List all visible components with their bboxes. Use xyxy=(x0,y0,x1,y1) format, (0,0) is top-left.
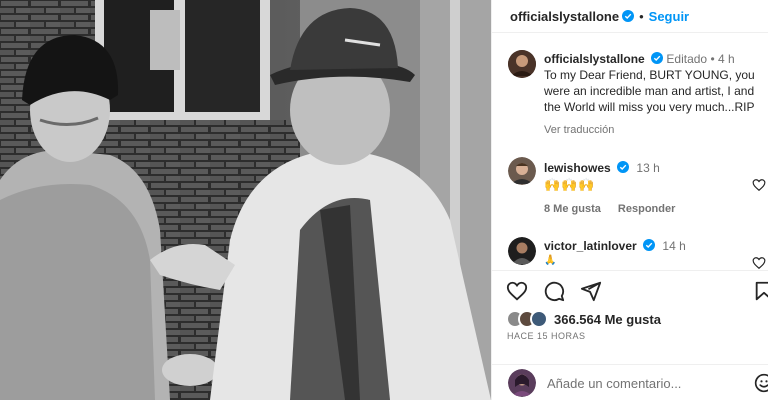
likes-summary[interactable]: 366.564 Me gusta xyxy=(506,308,661,330)
post-action-bar xyxy=(506,280,768,302)
comment-username[interactable]: victor_latinlover xyxy=(544,239,637,253)
section-divider xyxy=(492,270,768,271)
comment-header: lewishowes 13 h xyxy=(544,160,660,176)
post-caption: officialslystallone Editado • 4 h To my … xyxy=(544,51,766,115)
author-avatar[interactable] xyxy=(508,50,536,78)
reply-button[interactable]: Responder xyxy=(618,203,675,215)
comment-actions: 8 Me gusta Responder xyxy=(544,203,689,215)
smiley-icon[interactable] xyxy=(754,373,768,393)
verified-badge-icon xyxy=(643,239,656,251)
like-comment-heart-icon[interactable] xyxy=(752,178,766,192)
add-comment-bar xyxy=(492,364,768,400)
current-user-avatar xyxy=(508,369,536,397)
commenter-avatar[interactable] xyxy=(508,237,536,265)
add-comment-input[interactable] xyxy=(547,374,732,392)
caption-username[interactable]: officialslystallone xyxy=(544,52,645,66)
comment-likes-count[interactable]: 8 Me gusta xyxy=(544,203,601,215)
post-photo[interactable] xyxy=(0,0,491,400)
comment-time: 14 h xyxy=(662,239,686,253)
caption-time: 4 h xyxy=(717,52,735,66)
see-translation-link[interactable]: Ver traducción xyxy=(544,124,614,136)
edited-label: Editado xyxy=(666,52,708,66)
post-header: officialslystallone • Seguir xyxy=(492,0,768,33)
black-and-white-photo-of-two-men xyxy=(0,0,491,400)
commenter-avatar[interactable] xyxy=(508,157,536,185)
heart-icon[interactable] xyxy=(506,280,528,302)
post-timestamp: HACE 15 HORAS xyxy=(507,331,586,341)
share-icon[interactable] xyxy=(580,280,602,302)
header-separator: • xyxy=(639,8,644,24)
caption-text: To my Dear Friend, BURT YOUNG, you were … xyxy=(544,68,755,114)
comment-username[interactable]: lewishowes xyxy=(544,161,611,175)
comment-text: 🙌🙌🙌 xyxy=(544,177,596,192)
caption-separator: • xyxy=(710,52,715,66)
follow-button[interactable]: Seguir xyxy=(649,9,689,24)
verified-badge-icon xyxy=(651,52,664,64)
like-comment-heart-icon[interactable] xyxy=(752,256,766,270)
author-username[interactable]: officialslystallone xyxy=(510,9,619,24)
comment-header: victor_latinlover 14 h xyxy=(544,238,686,254)
commenter-avatar-image xyxy=(508,157,536,185)
commenter-avatar-image xyxy=(508,237,536,265)
liker-avatar xyxy=(530,310,548,328)
verified-badge-icon xyxy=(617,161,630,173)
verified-badge-icon xyxy=(622,10,635,22)
comment-text: 🙏 xyxy=(544,255,558,266)
bookmark-icon[interactable] xyxy=(753,280,768,302)
likes-count[interactable]: 366.564 Me gusta xyxy=(554,312,661,327)
post-sidebar: officialslystallone • Seguir officialsly… xyxy=(491,0,768,400)
current-user-avatar-image xyxy=(508,369,536,397)
author-avatar-image xyxy=(508,50,536,78)
comment-icon[interactable] xyxy=(543,280,565,302)
comment-time: 13 h xyxy=(636,161,660,175)
